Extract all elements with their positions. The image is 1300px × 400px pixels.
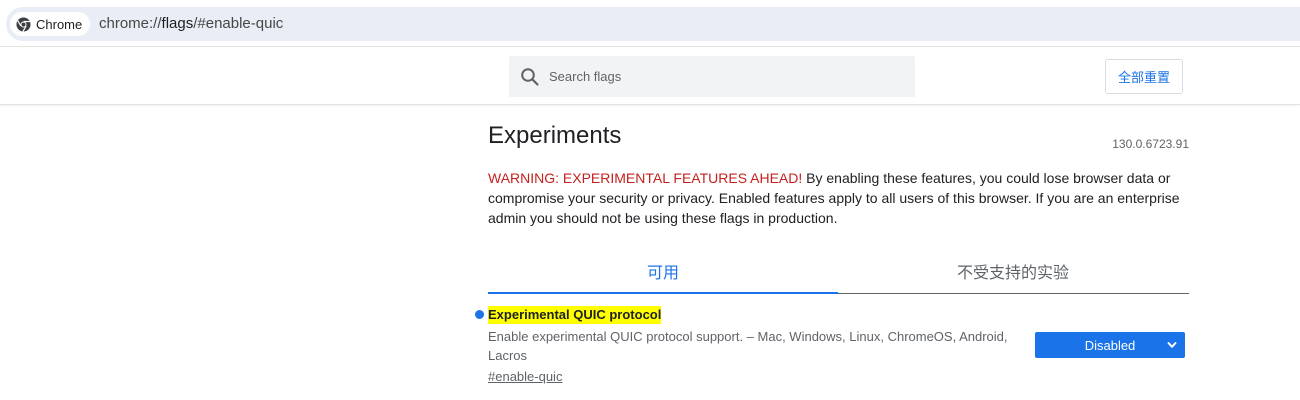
search-icon — [520, 67, 540, 87]
warning-heading: WARNING: EXPERIMENTAL FEATURES AHEAD! — [488, 170, 803, 186]
experiment-permalink[interactable]: #enable-quic — [488, 369, 562, 384]
flags-toolbar: 全部重置 — [0, 48, 1300, 105]
experiment-description: Enable experimental QUIC protocol suppor… — [488, 329, 1008, 363]
reset-all-button[interactable]: 全部重置 — [1105, 59, 1183, 94]
modified-dot-icon — [475, 310, 484, 319]
url-path: /#enable-quic — [193, 15, 284, 32]
page-title: Experiments — [488, 122, 622, 149]
version-label: 130.0.6723.91 — [1112, 137, 1189, 151]
site-chip-label: Chrome — [36, 16, 83, 32]
address-bar-row: Chrome chrome://flags/#enable-quic — [0, 0, 1300, 47]
url-host: flags — [161, 15, 194, 32]
search-box[interactable] — [509, 56, 915, 97]
site-chip[interactable]: Chrome — [10, 12, 91, 36]
experiment-name: Experimental QUIC protocol — [488, 306, 662, 324]
chevron-down-icon — [1167, 342, 1177, 348]
omnibox[interactable]: Chrome chrome://flags/#enable-quic — [6, 7, 1300, 41]
tab-unavailable[interactable]: 不受支持的实验 — [838, 249, 1188, 293]
tab-bar: 可用 不受支持的实验 — [488, 249, 1189, 294]
search-input[interactable] — [547, 68, 887, 85]
experiment-item: Experimental QUIC protocol Enable experi… — [474, 306, 1194, 396]
tab-available[interactable]: 可用 — [488, 249, 838, 294]
url-text[interactable]: chrome://flags/#enable-quic — [99, 7, 283, 41]
experiment-state-select[interactable]: Disabled — [1035, 332, 1185, 358]
url-scheme: chrome:// — [99, 15, 162, 32]
chrome-icon — [16, 16, 31, 32]
select-value: Disabled — [1084, 337, 1136, 353]
warning-text: WARNING: EXPERIMENTAL FEATURES AHEAD! By… — [488, 168, 1193, 228]
